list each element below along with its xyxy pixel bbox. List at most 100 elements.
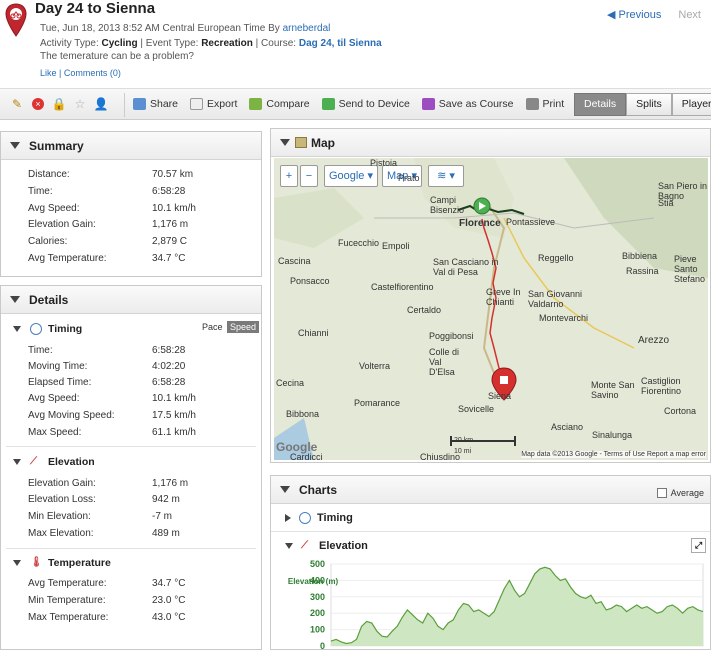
map-place-label: Arezzo: [638, 335, 670, 346]
share-button[interactable]: Share: [133, 98, 178, 110]
charts-panel: Charts Average Timing ⟋ Elevation ⤢ 500 400…: [270, 475, 711, 650]
comments-link[interactable]: Comments (0): [64, 68, 121, 78]
map-header[interactable]: Map: [271, 129, 710, 157]
map-place-label: Certaldo: [407, 305, 442, 315]
expand-chart-icon[interactable]: ⤢: [691, 538, 706, 553]
summary-label: Calories:: [28, 236, 68, 247]
delete-icon[interactable]: ×: [31, 97, 45, 111]
map-scale-mi: 10 mi: [454, 448, 472, 455]
map-place-label: Sinalunga: [592, 430, 633, 440]
tab-splits[interactable]: Splits: [626, 93, 672, 116]
collapse-triangle-icon: [10, 142, 20, 149]
map-place-label: Bibbona: [286, 409, 320, 419]
map-place-label: Poggibonsi: [429, 331, 474, 341]
temperature-value: 34.7 °C: [152, 578, 186, 589]
timing-value: 4:02:20: [152, 361, 186, 372]
elevation-value: 1,176 m: [152, 478, 189, 489]
map-place-label: Cascina: [278, 256, 311, 266]
map-place-label: Montevarchi: [539, 313, 589, 323]
timing-value: 6:58:28: [152, 345, 186, 356]
timing-section-header[interactable]: Timing: [13, 323, 82, 336]
elevation-label: Elevation Gain:: [28, 478, 96, 489]
summary-header[interactable]: Summary: [1, 132, 261, 160]
activity-toolbar: ✎ × 🔒 ☆ 👤 Share Export Compare Send to D…: [0, 88, 711, 120]
timing-value: 10.1 km/h: [152, 393, 196, 404]
timing-value: 61.1 km/h: [152, 427, 196, 438]
toolbar-actions: Share Export Compare Send to Device Save…: [133, 98, 564, 110]
map-place-label: Bibbiena: [622, 251, 658, 261]
activity-meta-type: Activity Type: Cycling | Event Type: Rec…: [40, 38, 382, 49]
timing-chart-row[interactable]: Timing: [271, 504, 710, 532]
clock-icon: [299, 512, 311, 525]
average-checkbox[interactable]: Average: [656, 488, 704, 498]
timing-label: Time:: [28, 345, 53, 356]
page-title: Day 24 to Sienna: [35, 0, 156, 17]
course-link[interactable]: Dag 24, til Sienna: [299, 38, 382, 49]
map-place-label: Pomarance: [354, 398, 401, 408]
map-place-label: Fucecchio: [338, 238, 380, 248]
speed-toggle[interactable]: Speed: [227, 321, 260, 333]
chevron-down-icon: ▾: [367, 170, 374, 182]
timing-label: Moving Time:: [28, 361, 88, 372]
edit-pencil-icon[interactable]: ✎: [10, 97, 24, 111]
summary-label: Time:: [28, 186, 53, 197]
chevron-left-icon: ◀: [607, 9, 619, 21]
collapse-triangle-icon: [10, 296, 20, 303]
elevation-value: 489 m: [152, 528, 180, 539]
summary-label: Distance:: [28, 169, 70, 180]
summary-panel: Summary Distance: 70.57 km Time: 6:58:28 A…: [0, 131, 262, 277]
thermometer-icon: 🌡: [30, 557, 43, 569]
map-place-label: Reggello: [538, 253, 574, 263]
event-type: Recreation: [201, 38, 253, 49]
zoom-out-button[interactable]: −: [300, 165, 318, 187]
activity-meta-date: Tue, Jun 18, 2013 8:52 AM Central Europe…: [40, 23, 331, 34]
map-place-label: Asciano: [551, 422, 584, 432]
summary-value: 70.57 km: [152, 169, 194, 180]
route-map[interactable]: + − Google ▾ Map ▾ ≋ ▾ Pistoia Prato Cam…: [274, 158, 708, 460]
elevation-section-header[interactable]: ⟋ Elevation: [13, 456, 95, 468]
save-as-course-button[interactable]: Save as Course: [421, 98, 514, 110]
charts-header[interactable]: Charts: [271, 476, 710, 504]
zoom-in-button[interactable]: +: [280, 165, 298, 187]
print-button[interactable]: Print: [525, 98, 564, 110]
lock-icon[interactable]: 🔒: [52, 97, 67, 111]
temperature-label: Avg Temperature:: [28, 578, 107, 589]
toolbar-icon-group: ✎ × 🔒 ☆ 👤: [10, 97, 109, 111]
collapse-triangle-icon: [285, 543, 293, 550]
map-place-label: Empoli: [382, 241, 410, 251]
like-link[interactable]: Like: [40, 68, 57, 78]
pace-toggle[interactable]: Pace: [202, 322, 223, 332]
map-layers-dropdown[interactable]: ≋ ▾: [428, 165, 464, 187]
compare-button[interactable]: Compare: [249, 98, 310, 110]
map-place-label: Florence: [459, 218, 501, 229]
previous-link[interactable]: ◀ Previous: [607, 9, 661, 21]
export-button[interactable]: Export: [190, 98, 237, 110]
tab-player[interactable]: Player: [671, 93, 711, 116]
temperature-label: Min Temperature:: [28, 595, 106, 606]
map-place-label: Castelfiorentino: [371, 282, 434, 292]
tab-details[interactable]: Details: [574, 93, 627, 116]
timing-value: 17.5 km/h: [152, 410, 196, 421]
map-provider-dropdown[interactable]: Google ▾: [324, 165, 378, 187]
social-links: Like | Comments (0): [40, 68, 121, 78]
summary-value: 34.7 °C: [152, 253, 186, 264]
map-place-label: San Piero in Bagno: [658, 181, 708, 201]
elevation-chart-row[interactable]: ⟋ Elevation ⤢: [271, 532, 710, 560]
elevation-label: Min Elevation:: [28, 511, 91, 522]
map-place-label: San Giovanni Valdarno: [528, 289, 583, 309]
details-header[interactable]: Details: [1, 286, 261, 314]
collapse-triangle-icon: [13, 326, 21, 333]
map-place-label: Cecina: [276, 378, 305, 388]
elevation-label: Elevation Loss:: [28, 494, 96, 505]
map-place-label: Ponsacco: [290, 276, 330, 286]
elevation-value: 942 m: [152, 494, 180, 505]
summary-value: 10.1 km/h: [152, 203, 196, 214]
next-link[interactable]: Next: [678, 9, 701, 21]
send-to-device-button[interactable]: Send to Device: [321, 98, 410, 110]
temperature-section-header[interactable]: 🌡 Temperature: [13, 557, 111, 569]
author-link[interactable]: arneberdal: [283, 23, 331, 34]
report-map-error-link[interactable]: Report a map error: [647, 451, 706, 458]
star-icon[interactable]: ☆: [73, 97, 87, 111]
person-icon[interactable]: 👤: [94, 97, 109, 111]
map-place-label: Sovicelle: [458, 404, 495, 414]
